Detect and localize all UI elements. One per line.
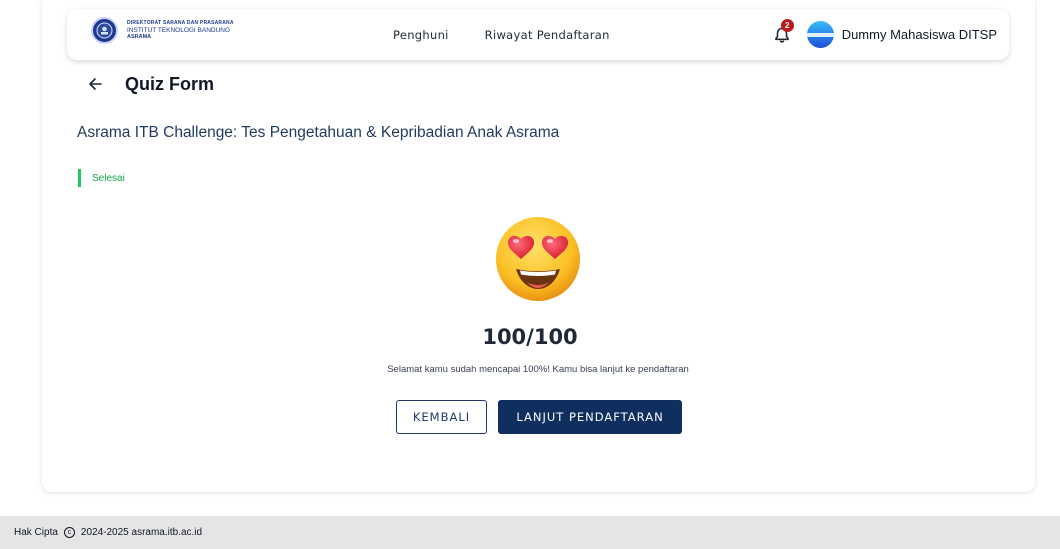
navbar: DIREKTORAT SARANA DAN PRASARANA INSTITUT… — [67, 9, 1009, 60]
brand-text: DIREKTORAT SARANA DAN PRASARANA INSTITUT… — [127, 21, 234, 40]
nav-links: Penghuni Riwayat Pendaftaran — [393, 9, 646, 60]
brand-line-1: DIREKTORAT SARANA DAN PRASARANA — [127, 20, 234, 27]
notification-button[interactable]: 2 — [773, 18, 794, 44]
quiz-score: 100/100 — [482, 325, 578, 349]
user-menu[interactable]: Dummy Mahasiswa DITSP — [806, 21, 997, 48]
footer-prefix: Hak Cipta — [14, 527, 58, 538]
nav-link-riwayat-pendaftaran[interactable]: Riwayat Pendaftaran — [485, 28, 610, 42]
avatar — [806, 21, 834, 48]
result-message: Selamat kamu sudah mencapai 100%! Kamu b… — [387, 364, 689, 375]
page: DIREKTORAT SARANA DAN PRASARANA INSTITUT… — [0, 0, 1060, 549]
quiz-title: Asrama ITB Challenge: Tes Pengetahuan & … — [77, 124, 560, 141]
user-name: Dummy Mahasiswa DITSP — [841, 27, 997, 42]
footer-text: 2024-2025 asrama.itb.ac.id — [80, 527, 203, 538]
copyright-icon: c — [63, 527, 75, 538]
continue-registration-button[interactable]: LANJUT PENDAFTARAN — [498, 400, 682, 434]
status-label: Selesai — [92, 172, 125, 184]
brand-line-2: INSTITUT TEKNOLOGI BANDUNG — [127, 26, 231, 34]
brand[interactable]: DIREKTORAT SARANA DAN PRASARANA INSTITUT… — [91, 17, 234, 44]
footer: Hak Cipta c 2024-2025 asrama.itb.ac.id — [0, 516, 1060, 549]
back-button[interactable]: KEMBALI — [396, 400, 487, 434]
back-arrow-icon[interactable] — [88, 76, 102, 92]
notification-badge: 2 — [780, 18, 794, 32]
heart-eyes-emoji-icon — [496, 217, 580, 301]
page-title: Quiz Form — [125, 74, 214, 94]
itb-logo-icon — [91, 17, 118, 44]
brand-line-3: ASRAMA — [127, 33, 152, 40]
nav-link-penghuni[interactable]: Penghuni — [393, 28, 449, 42]
nav-right: 2 Dummy Mahasiswa DITSP — [773, 9, 997, 60]
status-badge: Selesai — [78, 169, 125, 187]
